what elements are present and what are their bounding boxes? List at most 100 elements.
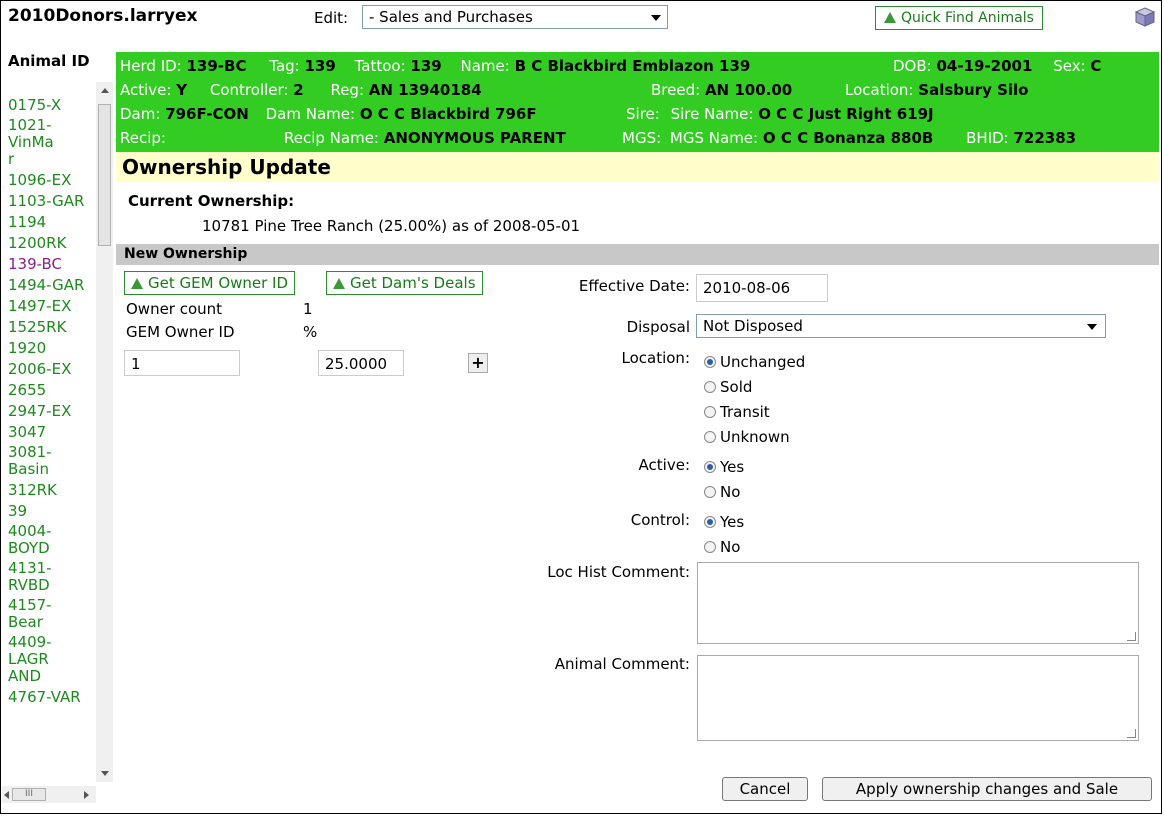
animal-id-item[interactable]: 3047 xyxy=(8,423,98,441)
dam-name-value: O C C Blackbird 796F xyxy=(359,105,537,123)
loc-hist-comment-label: Loc Hist Comment: xyxy=(547,563,690,581)
animal-id-item[interactable]: 1021-VinMar xyxy=(8,117,58,168)
sire-name-label: Sire Name: xyxy=(670,105,759,123)
location-radio-transit[interactable]: Transit xyxy=(704,403,770,421)
location-radio-sold[interactable]: Sold xyxy=(704,378,752,396)
hscroll-thumb[interactable]: III xyxy=(12,788,46,801)
dam-value: 796F-CON xyxy=(165,105,249,123)
animal-id-item[interactable]: 2947-EX xyxy=(8,402,98,420)
animal-id-item[interactable]: 1494-GAR xyxy=(8,276,98,294)
animal-info-panel: Herd ID: 139-BC Tag: 139 Tattoo: 139 Nam… xyxy=(116,52,1159,152)
scroll-left-icon[interactable] xyxy=(4,791,9,799)
radio-icon xyxy=(704,541,716,553)
animal-id-item[interactable]: 4409-LAGRAND xyxy=(8,634,58,685)
scroll-right-icon[interactable] xyxy=(84,791,89,799)
add-owner-button[interactable]: + xyxy=(468,353,488,373)
dam-name-label: Dam Name: xyxy=(265,105,360,123)
active-radio-label: Active: xyxy=(638,456,690,474)
loc-hist-comment-textarea[interactable] xyxy=(697,562,1139,644)
animal-id-item[interactable]: 4131-RVBD xyxy=(8,560,58,594)
animal-id-item[interactable]: 1103-GAR xyxy=(8,192,98,210)
animal-id-item[interactable]: 4157-Bear xyxy=(8,597,58,631)
sire-label: Sire: xyxy=(626,105,660,123)
animal-id-item[interactable]: 4767-VAR xyxy=(8,688,98,706)
radio-label: No xyxy=(720,483,741,501)
active-value: Y xyxy=(176,81,188,99)
animal-id-item[interactable]: 2655 xyxy=(8,381,98,399)
location-radio-unknown[interactable]: Unknown xyxy=(704,428,790,446)
triangle-icon xyxy=(884,12,896,23)
effective-date-label: Effective Date: xyxy=(578,277,690,295)
animal-comment-textarea[interactable] xyxy=(697,655,1139,741)
active-radio-no[interactable]: No xyxy=(704,483,740,501)
animal-id-item[interactable]: 1525RK xyxy=(8,318,98,336)
location-label: Location: xyxy=(845,81,919,99)
edit-mode-select[interactable]: - Sales and Purchases xyxy=(362,5,668,29)
quick-find-animals-button[interactable]: Quick Find Animals xyxy=(875,6,1043,30)
info-row-1-right: DOB: 04-19-2001 Sex: C xyxy=(893,57,1101,75)
scroll-up-icon[interactable] xyxy=(101,88,109,93)
app-title: 2010Donors.larryex xyxy=(8,6,198,26)
disposal-value: Not Disposed xyxy=(703,317,803,335)
info-row-3: Dam: 796F-CON Dam Name: O C C Blackbird … xyxy=(120,105,537,123)
effective-date-input[interactable]: 2010-08-06 xyxy=(696,274,828,302)
radio-label: Unchanged xyxy=(720,353,806,371)
animal-id-item[interactable]: 1194 xyxy=(8,213,98,231)
reg-label: Reg: xyxy=(330,81,369,99)
animal-id-item[interactable]: 39 xyxy=(8,502,98,520)
owner-count-value: 1 xyxy=(303,300,313,318)
scroll-down-icon[interactable] xyxy=(101,771,109,776)
breed-value: AN 100.00 xyxy=(704,81,793,99)
breed-label: Breed: xyxy=(651,81,705,99)
dob-label: DOB: xyxy=(893,57,937,75)
resize-grip-icon[interactable] xyxy=(1127,632,1136,641)
radio-icon xyxy=(704,486,716,498)
control-radio-yes[interactable]: Yes xyxy=(704,513,744,531)
control-radio-label: Control: xyxy=(630,511,690,529)
radio-selected-icon xyxy=(704,356,716,368)
gem-owner-id-input[interactable]: 1 xyxy=(124,350,240,376)
radio-icon xyxy=(704,431,716,443)
percent-input[interactable]: 25.0000 xyxy=(318,350,404,376)
location-radio-unchanged[interactable]: Unchanged xyxy=(704,353,805,371)
radio-icon xyxy=(704,381,716,393)
chevron-down-icon xyxy=(1087,324,1097,330)
resize-grip-icon[interactable] xyxy=(1127,729,1136,738)
cancel-button[interactable]: Cancel xyxy=(722,777,808,801)
controller-label: Controller: xyxy=(209,81,294,99)
info-row-2-right: Breed: AN 100.00 Location: Salsbury Silo xyxy=(651,81,1028,99)
get-dams-deals-label: Get Dam's Deals xyxy=(350,274,476,292)
sidebar-horizontal-scrollbar[interactable]: III xyxy=(2,786,96,803)
animal-id-item[interactable]: 0175-X xyxy=(8,96,98,114)
get-dams-deals-button[interactable]: Get Dam's Deals xyxy=(326,271,483,295)
sidebar-vertical-scrollbar[interactable] xyxy=(96,82,113,782)
get-gem-owner-id-button[interactable]: Get GEM Owner ID xyxy=(124,271,296,295)
controller-value: 2 xyxy=(293,81,304,99)
radio-label: Transit xyxy=(720,403,770,421)
apply-ownership-button[interactable]: Apply ownership changes and Sale xyxy=(822,777,1152,801)
tattoo-value: 139 xyxy=(410,57,442,75)
disposal-select[interactable]: Not Disposed xyxy=(696,314,1106,338)
scroll-thumb[interactable] xyxy=(98,104,111,246)
animal-comment-label: Animal Comment: xyxy=(554,655,690,673)
animal-id-item[interactable]: 139-BC xyxy=(8,255,98,273)
animal-id-item[interactable]: 1200RK xyxy=(8,234,98,252)
cube-icon[interactable] xyxy=(1134,6,1156,28)
animal-id-item[interactable]: 1096-EX xyxy=(8,171,98,189)
animal-id-item[interactable]: 1920 xyxy=(8,339,98,357)
dob-value: 04-19-2001 xyxy=(936,57,1033,75)
recip-name-value: ANONYMOUS PARENT xyxy=(383,129,566,147)
animal-id-item[interactable]: 3081-Basin xyxy=(8,444,58,478)
animal-id-item[interactable]: 4004-BOYD xyxy=(8,523,58,557)
animal-id-item[interactable]: 312RK xyxy=(8,481,98,499)
recip-label: Recip: xyxy=(120,129,166,147)
animal-id-item[interactable]: 2006-EX xyxy=(8,360,98,378)
info-row-4-mid: Recip Name: ANONYMOUS PARENT xyxy=(284,129,566,147)
reg-value: AN 13940184 xyxy=(368,81,482,99)
edit-label: Edit: xyxy=(314,9,349,27)
location-radio-label: Location: xyxy=(621,349,691,367)
active-radio-yes[interactable]: Yes xyxy=(704,458,744,476)
animal-id-item[interactable]: 1497-EX xyxy=(8,297,98,315)
control-radio-no[interactable]: No xyxy=(704,538,740,556)
animal-id-heading: Animal ID xyxy=(8,52,90,70)
